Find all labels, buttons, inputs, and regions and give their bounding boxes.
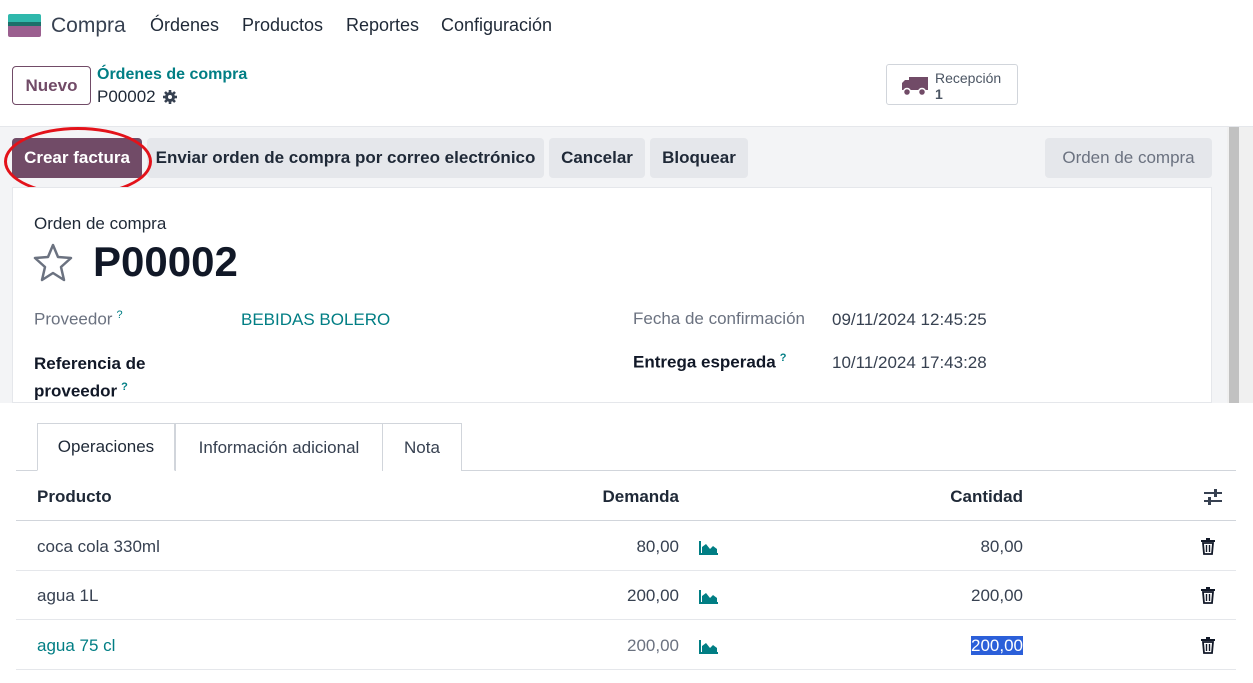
column-quantity[interactable]: Cantidad [916,487,1023,507]
trash-icon[interactable] [1201,538,1215,555]
expected-delivery-value[interactable]: 10/11/2024 17:43:28 [832,353,987,373]
new-button[interactable]: Nuevo [12,66,91,105]
table-row[interactable]: agua 1L 200,00 200,00 [16,571,1236,620]
row-demand[interactable]: 200,00 [576,636,679,656]
column-product[interactable]: Producto [37,487,112,507]
top-navbar: Compra Órdenes Productos Reportes Config… [0,0,1253,52]
status-stage-purchase-order[interactable]: Orden de compra [1045,138,1212,178]
row-product[interactable]: coca cola 330ml [37,537,160,557]
truck-icon [902,77,928,97]
table-row[interactable]: coca cola 330ml 80,00 80,00 [16,522,1236,571]
trash-icon[interactable] [1201,637,1215,654]
app-name[interactable]: Compra [51,14,126,38]
trash-icon[interactable] [1201,587,1215,604]
vendor-reference-help-icon[interactable]: ? [121,381,128,393]
star-icon[interactable] [32,242,74,282]
vendor-reference-label-1: Referencia de [34,354,146,373]
column-demand[interactable]: Demanda [576,487,679,507]
vendor-reference-label-2: proveedor [34,381,118,401]
row-quantity-input[interactable]: 200,00 [916,636,1023,656]
optional-columns-icon[interactable] [1203,488,1223,506]
forecast-chart-icon[interactable] [699,540,719,555]
scrollbar-thumb[interactable] [1229,127,1239,403]
record-name-label: P00002 [97,87,156,106]
vendor-value[interactable]: BEBIDAS BOLERO [241,310,390,330]
row-quantity[interactable]: 80,00 [916,537,1023,557]
menu-configuracion[interactable]: Configuración [441,15,552,36]
expected-delivery-label-text: Entrega esperada [633,352,776,372]
row-product[interactable]: agua 1L [37,586,98,606]
tab-additional-info[interactable]: Información adicional [175,423,383,471]
sheet-subtitle: Orden de compra [34,214,167,233]
forecast-chart-icon[interactable] [699,639,719,654]
row-demand[interactable]: 80,00 [576,537,679,557]
purchase-app-icon[interactable] [8,14,41,37]
record-title: P00002 [93,238,238,285]
reception-smart-button[interactable]: Recepción 1 [886,64,1018,105]
gear-icon[interactable] [162,89,178,105]
menu-productos[interactable]: Productos [242,15,323,36]
forecast-chart-icon[interactable] [699,589,719,604]
menu-ordenes[interactable]: Órdenes [150,15,219,36]
selected-quantity-text[interactable]: 200,00 [971,636,1023,655]
lock-button[interactable]: Bloquear [650,138,748,178]
table-row-selected[interactable]: agua 75 cl 200,00 200,00 [16,621,1236,670]
tab-operations[interactable]: Operaciones [37,423,175,471]
confirmation-date-value[interactable]: 09/11/2024 12:45:25 [832,310,987,330]
breadcrumb-current-record: P00002 [97,87,178,107]
vendor-help-icon[interactable]: ? [116,309,122,321]
vendor-label-text: Proveedor [34,309,113,329]
row-demand[interactable]: 200,00 [576,586,679,606]
menu-reportes[interactable]: Reportes [346,15,419,36]
row-quantity[interactable]: 200,00 [916,586,1023,606]
tab-note[interactable]: Nota [382,423,462,471]
reception-count: 1 [935,86,943,102]
expected-delivery-help-icon[interactable]: ? [780,352,787,364]
notebook: Operaciones Información adicional Nota P… [16,403,1236,683]
table-header: Producto Demanda Cantidad [16,471,1236,521]
confirmation-date-label: Fecha de confirmación [633,309,805,328]
vendor-label: Proveedor? [34,309,123,330]
cancel-button[interactable]: Cancelar [549,138,645,178]
breadcrumb-purchase-orders[interactable]: Órdenes de compra [97,66,247,84]
form-sheet: Orden de compra P00002 Proveedor? BEBIDA… [12,187,1212,403]
send-po-email-button[interactable]: Enviar orden de compra por correo electr… [147,138,544,178]
row-product[interactable]: agua 75 cl [37,636,115,656]
vendor-reference-label: proveedor? [34,381,128,402]
create-invoice-button[interactable]: Crear factura [12,138,142,178]
reception-label: Recepción [935,70,1002,86]
expected-delivery-label: Entrega esperada? [633,352,786,373]
